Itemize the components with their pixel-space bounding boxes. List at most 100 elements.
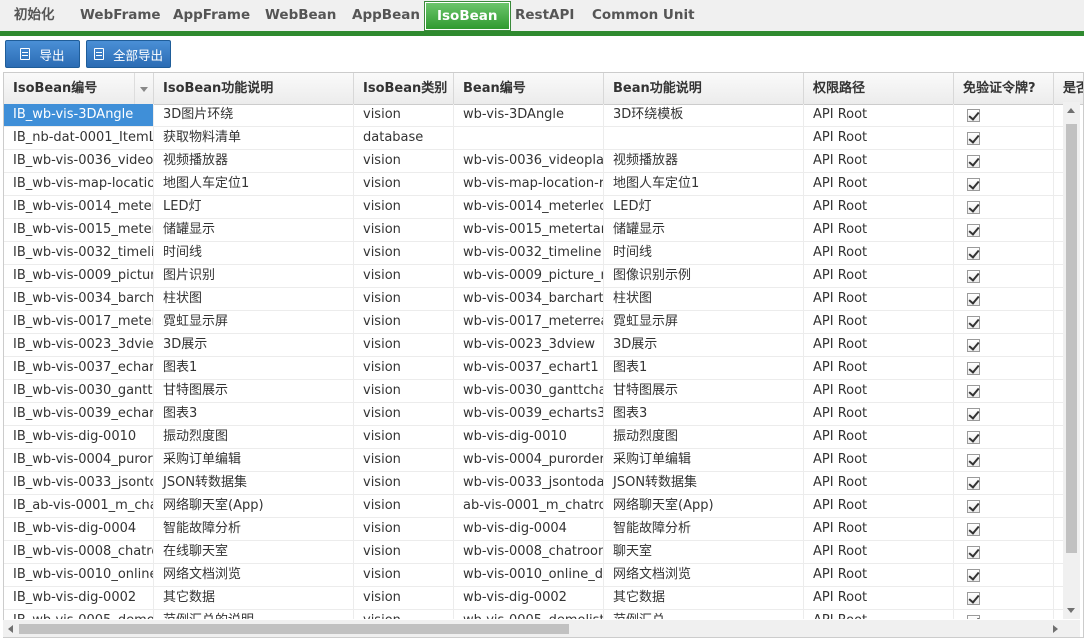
vertical-scroll-thumb[interactable] [1066,124,1077,553]
token-free-checkbox[interactable] [967,569,980,582]
table-cell: 范例汇总的说明 [154,610,354,619]
token-free-checkbox[interactable] [967,201,980,214]
token-free-cell [954,196,1054,218]
column-header-bean-desc[interactable]: Bean功能说明 [604,73,804,104]
table-cell: IB_wb-vis-dig-0004 [4,518,154,540]
token-free-checkbox[interactable] [967,155,980,168]
token-free-checkbox[interactable] [967,132,980,145]
token-free-checkbox[interactable] [967,178,980,191]
table-row[interactable]: IB_wb-vis-0010_online_doc网络文档浏览visionwb-… [4,564,1065,587]
token-free-cell [954,242,1054,264]
column-header-isobean-desc[interactable]: IsoBean功能说明 [154,73,354,104]
token-free-checkbox[interactable] [967,523,980,536]
table-cell: vision [354,518,454,540]
token-free-checkbox[interactable] [967,500,980,513]
token-free-checkbox[interactable] [967,339,980,352]
token-free-checkbox[interactable] [967,408,980,421]
table-cell: vision [354,403,454,425]
scroll-down-icon[interactable] [1067,608,1075,613]
table-cell: IB_wb-vis-0009_picture_recognition [4,265,154,287]
tab-isobean[interactable]: IsoBean [424,1,511,31]
table-cell: API Root [804,495,954,517]
table-row[interactable]: IB_wb-vis-0008_chatroom在线聊天室visionwb-vis… [4,541,1065,564]
table-cell: 图表3 [154,403,354,425]
table-row[interactable]: IB_wb-vis-0015_metertank储罐显示visionwb-vis… [4,219,1065,242]
table-row[interactable]: IB_wb-vis-dig-0004 智能故障分析 vision wb-vis-dig… [4,518,1065,541]
table-row[interactable]: IB_wb-vis-0017_meterreader霓虹显示屏visionwb-… [4,311,1065,334]
table-cell: 柱状图 [604,288,804,310]
token-free-cell [954,495,1054,517]
table-row[interactable]: IB_wb-vis-dig-0002 其它数据 vision wb-vis-dig-0… [4,587,1065,610]
table-row[interactable]: IB_wb-vis-0034_barchart柱状图visionwb-vis-0… [4,288,1065,311]
table-row[interactable]: IB_wb-vis-0014_meterledLED灯visionwb-vis-… [4,196,1065,219]
table-row[interactable]: IB_wb-vis-0030_ganttchart甘特图展示visionwb-v… [4,380,1065,403]
grid-header: IsoBean编号 IsoBean功能说明 IsoBean类别 Bean编号 B… [4,73,1083,105]
column-header-token-free[interactable]: 免验证令牌? [954,73,1054,104]
table-cell: JSON转数据集 [604,472,804,494]
column-header-auth-path[interactable]: 权限路径 [804,73,954,104]
table-cell: ab-vis-0001_m_chatroom [454,495,604,517]
tab-restapi[interactable]: RestAPI [515,2,574,29]
table-row[interactable]: IB_wb-vis-0005_demolist范例汇总的说明visionwb-v… [4,610,1065,619]
table-cell: 霓虹显示屏 [154,311,354,333]
scroll-right-icon[interactable] [1053,625,1058,633]
token-free-checkbox[interactable] [967,316,980,329]
table-row[interactable]: IB_wb-vis-0033_jsontodatasetJSON转数据集visi… [4,472,1065,495]
table-cell: vision [354,219,454,241]
token-free-checkbox[interactable] [967,270,980,283]
token-free-checkbox[interactable] [967,477,980,490]
table-cell: API Root [804,518,954,540]
horizontal-scroll-thumb[interactable] [19,624,569,634]
token-free-checkbox[interactable] [967,592,980,605]
table-cell: 图像识别示例 [604,265,804,287]
export-all-button[interactable]: 全部导出 [86,40,171,68]
token-free-checkbox[interactable] [967,431,980,444]
token-free-checkbox[interactable] [967,247,980,260]
token-free-checkbox[interactable] [967,454,980,467]
export-button[interactable]: 导出 [5,40,80,68]
tab-webbean[interactable]: WebBean [265,2,336,29]
horizontal-scrollbar[interactable] [3,620,1063,637]
tab-appbean[interactable]: AppBean [352,2,420,29]
vertical-scrollbar[interactable] [1063,102,1080,619]
token-free-checkbox[interactable] [967,546,980,559]
isobean-grid: IsoBean编号 IsoBean功能说明 IsoBean类别 Bean编号 B… [3,72,1084,638]
table-row[interactable]: IB_wb-vis-0023_3dview 3D展示 vision wb-vis-00… [4,334,1065,357]
table-row[interactable]: IB_ab-vis-0001_m_chatroom网络聊天室(App)visio… [4,495,1065,518]
tab-appframe[interactable]: AppFrame [173,2,250,29]
column-header-extra[interactable]: 是否 [1054,73,1083,104]
table-row[interactable]: IB_wb-vis-0036_videoplayer视频播放器visionwb-… [4,150,1065,173]
table-row[interactable]: IB_wb-vis-0032_timeline时间线visionwb-vis-0… [4,242,1065,265]
token-free-checkbox[interactable] [967,615,980,619]
token-free-checkbox[interactable] [967,293,980,306]
scroll-up-icon[interactable] [1067,108,1075,113]
table-cell: API Root [804,449,954,471]
tab-init[interactable]: 初始化 [14,2,55,29]
table-row[interactable]: IB_wb-vis-map-location-relevant地图人车定位1vi… [4,173,1065,196]
scroll-left-icon[interactable] [8,625,13,633]
table-cell: 时间线 [154,242,354,264]
token-free-checkbox[interactable] [967,109,980,122]
table-cell: wb-vis-0030_ganttchart [454,380,604,402]
table-cell [604,127,804,149]
token-free-cell [954,265,1054,287]
table-row[interactable]: IB_wb-vis-0037_echart1 图表1 vision wb-vis-00… [4,357,1065,380]
column-header-bean-id[interactable]: Bean编号 [454,73,604,104]
table-cell: IB_wb-vis-dig-0002 [4,587,154,609]
table-cell: API Root [804,196,954,218]
table-row[interactable]: IB_nb-dat-0001_ItemList获取物料清单database API… [4,127,1065,150]
tab-common-unit[interactable]: Common Unit [592,2,695,29]
table-row[interactable]: IB_wb-vis-3DAngle 3D图片环绕 vision wb-vis-3DAn… [4,104,1065,127]
column-header-isobean-type[interactable]: IsoBean类别 [354,73,454,104]
table-row[interactable]: IB_wb-vis-0039_echart3 图表3 vision wb-vis-00… [4,403,1065,426]
token-free-checkbox[interactable] [967,385,980,398]
table-row[interactable]: IB_wb-vis-0009_picture_recognition图片识别vi… [4,265,1065,288]
table-cell: wb-vis-0039_echarts3 [454,403,604,425]
token-free-checkbox[interactable] [967,362,980,375]
table-row[interactable]: IB_wb-vis-dig-0010 振动烈度图 vision wb-vis-dig-… [4,426,1065,449]
tab-webframe[interactable]: WebFrame [80,2,161,29]
table-row[interactable]: IB_wb-vis-0004_purorder_edit采购订单编辑vision… [4,449,1065,472]
column-header-isobean-id[interactable]: IsoBean编号 [4,73,154,104]
token-free-checkbox[interactable] [967,224,980,237]
column-menu-icon[interactable] [134,73,153,104]
